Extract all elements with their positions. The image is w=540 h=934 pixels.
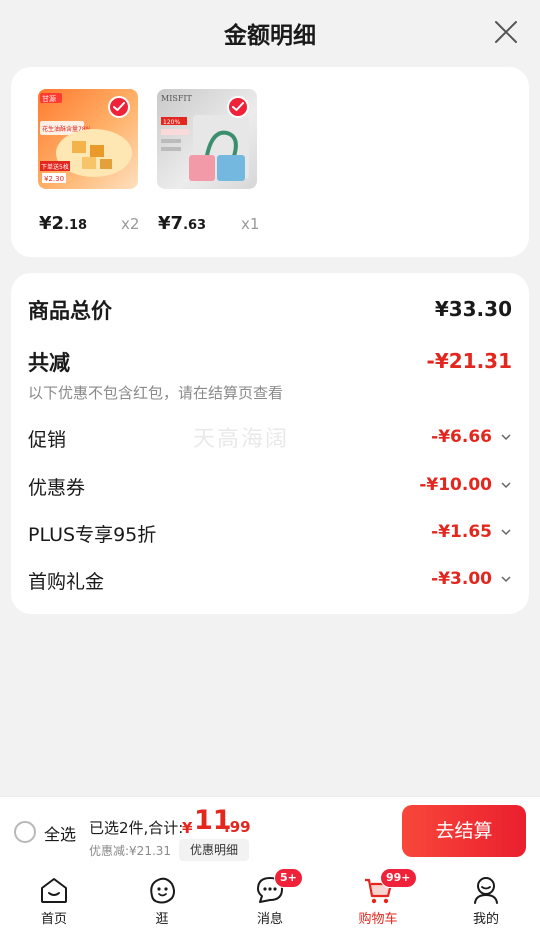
cart-count-badge: 99+ [380,868,417,888]
checkout-bar: 全选 已选2件,合计: ¥ 11 .99 优惠减:¥21.31 优惠明细 去结算 [0,796,540,866]
product-tag-text: 下单送5枚 [41,163,69,171]
price-integer: ¥7 [158,213,184,234]
discount-item-value: -¥6.66 [431,427,492,447]
discount-item-row[interactable]: 促销 -¥6.66 [28,425,512,451]
price-decimal: .18 [64,218,88,233]
total-price-row: 商品总价 ¥33.30 [28,295,512,325]
total-currency: ¥ [182,819,193,837]
discount-item-label: 首购礼金 [28,571,105,593]
product-item[interactable]: 甘源 花生油酥含量78% 下单送5枚 ¥2.30 [38,87,138,207]
tab-messages[interactable]: 5+ 消息 [216,866,324,934]
product-brand-text: MISFIT [161,94,193,103]
total-discount-value: -¥21.31 [426,349,512,373]
checked-badge [108,96,130,118]
discount-summary-text: 优惠减:¥21.31 [89,844,172,858]
total-price-label: 商品总价 [28,299,112,323]
select-all-label[interactable]: 全选 [44,821,76,845]
sheet-header: 金额明细 [0,0,540,66]
tab-label: 消息 [256,912,283,927]
select-all-radio[interactable] [14,821,36,843]
page-title: 金额明细 [224,23,316,49]
product-price-row: ¥7.63 x1 [158,213,278,235]
product-price-row: ¥2.18 x2 [39,213,159,235]
bottom-tab-bar: 首页 逛 5+ 消息 99+ 购物车 我的 [0,866,540,934]
product-tag-text: 120% [163,119,180,126]
discount-item-value: -¥3.00 [431,569,492,589]
check-icon [232,102,244,111]
checked-badge [227,96,249,118]
price-summary-card: 商品总价 ¥33.30 共减 -¥21.31 以下优惠不包含红包，请在结算页查看… [11,273,529,614]
home-icon [41,878,67,903]
discount-item-row[interactable]: 优惠券 -¥10.00 [28,473,512,499]
discount-item-label: 优惠券 [28,477,86,499]
discount-item-value: -¥10.00 [419,475,492,495]
discount-item-label: 促销 [28,429,67,451]
product-brand-text: 甘源 [42,94,56,103]
tab-browse[interactable]: 逛 [108,866,216,934]
chevron-down-icon [501,434,511,441]
close-icon [495,21,517,43]
product-price: ¥2.18 [39,213,87,234]
checkout-button[interactable]: 去结算 [402,805,526,857]
product-price-tag-text: ¥2.30 [44,175,64,183]
message-count-badge: 5+ [274,868,303,888]
discount-item-row[interactable]: PLUS专享95折 -¥1.65 [28,520,512,546]
profile-icon [474,877,498,904]
chevron-down-icon [501,529,511,536]
discount-item-label: PLUS专享95折 [28,524,157,546]
chevron-down-icon [501,576,511,583]
discount-item-row[interactable]: 首购礼金 -¥3.00 [28,567,512,593]
tab-label: 首页 [40,912,67,927]
product-thumbnail: 甘源 花生油酥含量78% 下单送5枚 ¥2.30 [38,89,138,189]
price-decimal: .63 [183,218,207,233]
product-quantity: x2 [121,215,140,233]
close-button[interactable] [492,18,520,46]
chevron-down-icon [501,482,511,489]
total-amount-decimal: .99 [224,818,251,836]
tab-profile[interactable]: 我的 [432,866,540,934]
discount-item-value: -¥1.65 [431,522,492,542]
total-price-value: ¥33.30 [434,297,512,321]
product-quantity: x1 [241,215,260,233]
product-price: ¥7.63 [158,213,206,234]
total-discount-label: 共减 [28,351,70,375]
discount-note: 以下优惠不包含红包，请在结算页查看 [28,384,284,402]
check-icon [113,102,125,111]
price-integer: ¥2 [39,213,65,234]
tab-label: 我的 [472,912,499,927]
tab-home[interactable]: 首页 [0,866,108,934]
product-item[interactable]: MISFIT 120% [157,87,257,207]
tab-label: 逛 [155,912,169,927]
products-card: 甘源 花生油酥含量78% 下单送5枚 ¥2.30 ¥2.18 x2 MISFIT… [11,67,529,257]
total-discount-row: 共减 -¥21.31 [28,347,512,377]
discount-detail-button[interactable]: 优惠明细 [179,839,249,861]
product-thumbnail: MISFIT 120% [157,89,257,189]
browse-icon [150,877,175,904]
tab-label: 购物车 [358,912,398,927]
selected-count-text: 已选2件,合计: [89,819,184,837]
tab-cart[interactable]: 99+ 购物车 [324,866,432,934]
